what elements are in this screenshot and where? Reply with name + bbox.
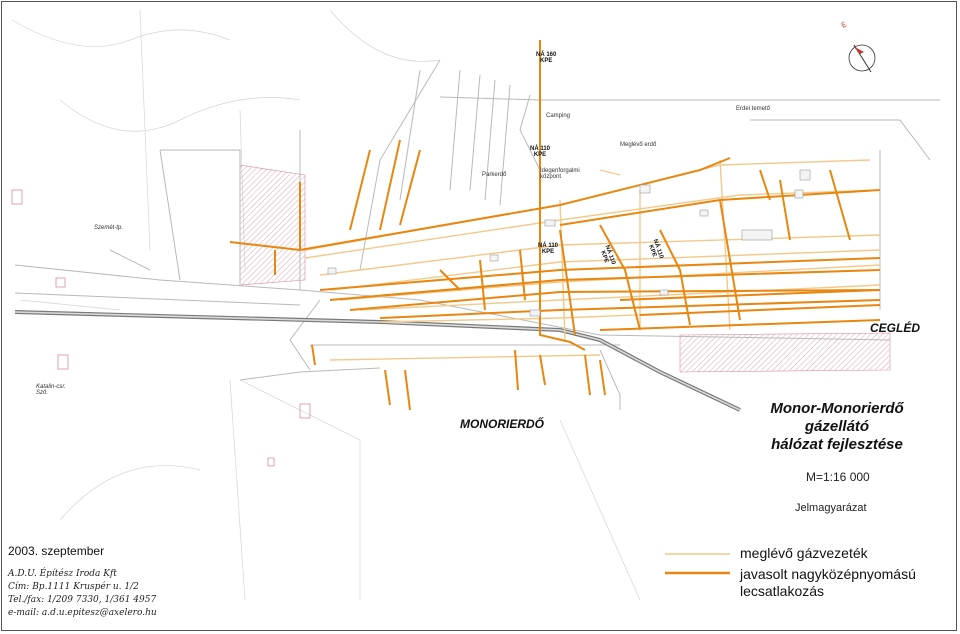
label-camping: Camping	[546, 113, 571, 119]
pipe-label-na160: NÁ 160 KPE	[536, 52, 557, 64]
label-idegenforgalmi: Idegenforgalmi központ	[540, 168, 580, 180]
map-scale: M=1:16 000	[806, 470, 870, 484]
label-erdei-temeto: Erdei temető	[736, 106, 771, 112]
office-email: e-mail: a.d.u.epitesz@axelero.hu	[8, 608, 157, 618]
legend-item-proposed: javasolt nagyközépnyomású lecsatlakozás	[740, 566, 916, 599]
label-parkerdo: Parkerdő	[482, 172, 507, 178]
north-arrow-icon	[848, 44, 876, 73]
label-katalin: Katalin-csr. Sző.	[36, 384, 66, 396]
legend-heading: Jelmagyarázat	[795, 502, 867, 514]
office-name: A.D.U. Építész Iroda Kft	[8, 569, 117, 579]
label-monorierdo: MONORIERDŐ	[460, 417, 544, 431]
label-szemet-tp: Szemét-tp.	[94, 225, 124, 231]
pipe-label-na110-top: NÁ 110 KPE	[530, 146, 551, 158]
title-line-2: gázellátó	[804, 418, 870, 435]
title-line-3: hálózat fejlesztése	[771, 436, 903, 453]
label-meglevo-erdo: Meglévő erdő	[620, 142, 657, 148]
office-address: Cím: Bp.1111 Kruspér u. 1/2	[8, 582, 139, 592]
contour-lines	[11, 9, 641, 601]
railway	[14, 310, 741, 412]
title-line-1: Monor-Monorierdő	[770, 400, 904, 417]
office-phone: Tel./fax: 1/209 7330, 1/361 4957	[8, 595, 157, 605]
office-block: A.D.U. Építész Iroda Kft Cím: Bp.1111 Kr…	[8, 568, 157, 620]
map-drawing	[11, 9, 940, 601]
map-date: 2003. szeptember	[8, 544, 105, 558]
pipe-label-na110-mid: NÁ 110 KPE	[538, 243, 559, 255]
legend-swatches	[665, 553, 730, 575]
label-cegled: CEGLÉD	[870, 321, 921, 335]
map-title: Monor-Monorierdő gázellátó hálózat fejle…	[737, 400, 937, 454]
existing-gas-network	[304, 159, 881, 361]
legend-item-existing: meglévő gázvezeték	[740, 545, 868, 561]
